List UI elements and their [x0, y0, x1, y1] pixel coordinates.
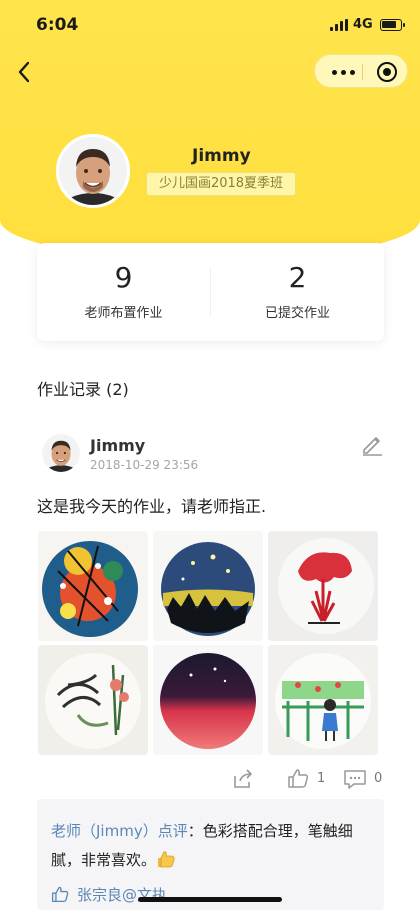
teacher-review: 老师（Jimmy）点评：色彩搭配合理，笔触细腻，非常喜欢。 张宗良@文执	[37, 799, 384, 910]
stat-submitted[interactable]: 2 已提交作业	[211, 243, 384, 341]
profile-name: Jimmy	[192, 146, 251, 166]
post-avatar[interactable]	[42, 434, 80, 472]
status-bar: 6:04 4G	[0, 0, 420, 50]
post-author[interactable]: Jimmy	[90, 436, 145, 455]
painting-girl-fence	[268, 645, 378, 755]
chevron-left-icon	[18, 61, 30, 83]
thumbs-up-icon	[288, 769, 309, 788]
comment-icon	[344, 770, 366, 789]
painting-ink-plants	[38, 645, 148, 755]
comment-count: 0	[374, 771, 383, 786]
stat-value: 2	[288, 261, 307, 294]
close-program-button[interactable]	[377, 62, 397, 82]
records-title: 作业记录 (2)	[37, 380, 129, 399]
image-thumb-1[interactable]	[38, 531, 148, 641]
like-button[interactable]	[287, 767, 309, 789]
thumbs-up-icon	[51, 886, 69, 903]
stat-value: 9	[114, 261, 133, 294]
review-text: 老师（Jimmy）点评：色彩搭配合理，笔触细腻，非常喜欢。	[51, 817, 371, 875]
painting-night-circle	[153, 531, 263, 641]
post-actions: 1 0	[0, 764, 420, 794]
network-type: 4G	[353, 17, 373, 32]
stat-label: 已提交作业	[264, 306, 330, 321]
capsule-divider	[362, 64, 363, 80]
image-thumb-5[interactable]	[153, 645, 263, 755]
stats-card: 9 老师布置作业 2 已提交作业	[37, 243, 384, 341]
battery-icon	[380, 19, 405, 31]
more-button[interactable]	[332, 70, 356, 75]
image-thumb-4[interactable]	[38, 645, 148, 755]
status-time: 6:04	[36, 15, 79, 35]
thumbs-up-emoji-icon	[158, 851, 175, 868]
post-body: 这是我今天的作业，请老师指正.	[37, 497, 267, 516]
painting-splatter-circle	[38, 531, 148, 641]
post-timestamp: 2018-10-29 23:56	[90, 458, 199, 472]
signal-icon	[330, 19, 348, 31]
image-thumb-2[interactable]	[153, 531, 263, 641]
comment-button[interactable]	[343, 768, 367, 790]
share-button[interactable]	[232, 768, 254, 790]
image-thumb-3[interactable]	[268, 531, 378, 641]
like-count: 1	[317, 771, 326, 786]
profile-avatar	[56, 134, 130, 208]
back-button[interactable]	[14, 58, 36, 86]
pencil-icon	[363, 437, 382, 456]
mini-program-capsule	[314, 54, 408, 88]
stat-assigned[interactable]: 9 老师布置作业	[37, 243, 210, 341]
reviewer-name[interactable]: 老师（Jimmy）点评	[51, 822, 188, 840]
avatar-photo-icon	[59, 137, 127, 205]
home-indicator	[138, 897, 282, 902]
painting-red-flower	[268, 531, 378, 641]
image-grid	[38, 531, 378, 755]
image-thumb-6[interactable]	[268, 645, 378, 755]
share-icon	[234, 769, 252, 788]
edit-button[interactable]	[360, 432, 384, 456]
painting-red-gradient-circle	[153, 645, 263, 755]
class-badge: 少儿国画2018夏季班	[146, 172, 296, 196]
stat-label: 老师布置作业	[84, 306, 163, 321]
avatar-photo-icon	[42, 434, 80, 472]
